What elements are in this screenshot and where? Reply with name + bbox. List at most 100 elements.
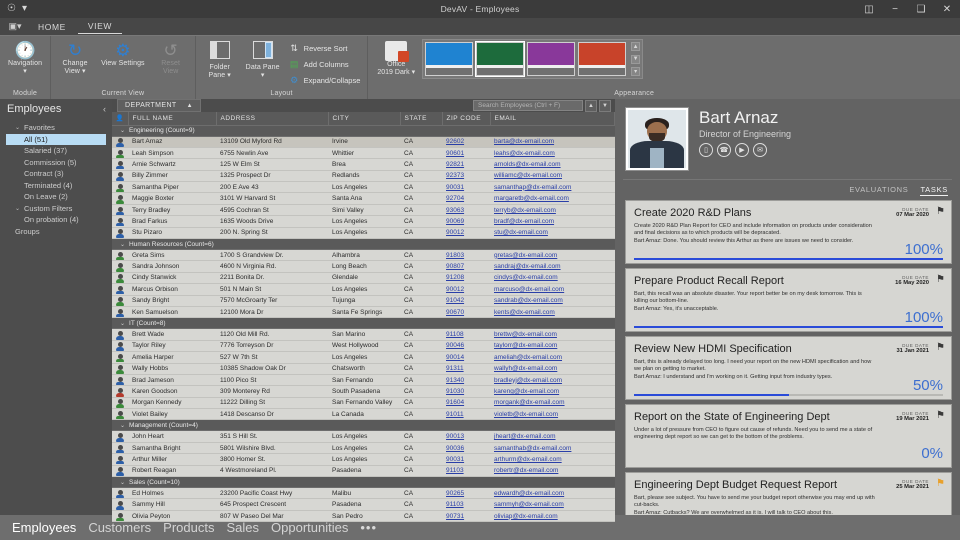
table-row[interactable]: Brad Farkus1635 Woods DriveLos AngelesCA… [112, 216, 615, 227]
zip-link[interactable]: 90807 [446, 263, 464, 270]
chevron-left-icon[interactable]: ‹ [103, 104, 106, 114]
expand-collapse-button[interactable]: ⚙ Expand/Collapse [286, 73, 364, 88]
zip-link[interactable]: 90731 [446, 513, 464, 520]
sidebar-item-contract-3[interactable]: Contract (3) [0, 168, 112, 180]
task-list[interactable]: Create 2020 R&D PlansCreate 2020 R&D Pla… [625, 200, 952, 515]
chevron-down-icon[interactable]: ⌄ [120, 242, 125, 248]
nav-item-products[interactable]: Products [163, 520, 214, 535]
search-area[interactable]: ▲ ▼ [473, 100, 611, 112]
chevron-down-icon[interactable]: ⌄ [120, 128, 125, 134]
zip-link[interactable]: 90031 [446, 456, 464, 463]
table-row[interactable]: Leah Simpson6755 Newlin AveWhittierCA906… [112, 147, 615, 158]
zip-link[interactable]: 91042 [446, 297, 464, 304]
chat-icon[interactable]: ▯ [699, 143, 713, 157]
email-link[interactable]: barta@dx-email.com [494, 138, 554, 145]
zip-link[interactable]: 90069 [446, 218, 464, 225]
zip-link[interactable]: 91103 [446, 467, 464, 474]
search-prev-icon[interactable]: ▲ [585, 100, 597, 112]
flag-icon[interactable]: ⚑ [936, 410, 945, 421]
column-header-state[interactable]: STATE [400, 112, 442, 125]
chevron-down-icon[interactable]: ⌄ [120, 321, 125, 327]
zip-link[interactable]: 90036 [446, 445, 464, 452]
zip-link[interactable]: 90601 [446, 150, 464, 157]
group-header-row[interactable]: ⌄IT (Count=8) [112, 318, 615, 329]
table-row[interactable]: Samantha Piper200 E Ave 43Los AngelesCA9… [112, 182, 615, 193]
flag-icon-orange[interactable]: ⚑ [936, 478, 945, 489]
scroll-up-icon[interactable]: ▲ [631, 42, 640, 51]
zip-link[interactable]: 91311 [446, 365, 464, 372]
table-row[interactable]: Ken Samuelson12100 Mora DrSanta Fe Sprin… [112, 306, 615, 317]
email-link[interactable]: samanthab@dx-email.com [494, 445, 571, 452]
tab-evaluations[interactable]: EVALUATIONS [849, 185, 908, 196]
folder-pane-button[interactable]: Folder Pane ▾ [200, 39, 240, 80]
table-row[interactable]: John Heart351 S Hill St.Los AngelesCA900… [112, 431, 615, 442]
zip-link[interactable]: 91011 [446, 411, 464, 418]
email-link[interactable]: morgank@dx-email.com [494, 399, 565, 406]
email-link[interactable]: sammyh@dx-email.com [494, 501, 564, 508]
zip-link[interactable]: 91604 [446, 399, 464, 406]
email-link[interactable]: kareng@dx-email.com [494, 388, 559, 395]
email-link[interactable]: sandrab@dx-email.com [494, 297, 563, 304]
task-card[interactable]: Prepare Product Recall ReportBart, this … [625, 268, 952, 332]
theme-gallery-scrollbar[interactable]: ▲ ▼ ▾ [631, 42, 640, 76]
table-row[interactable]: Cindy Stanwick2211 Bonita Dr.GlendaleCA9… [112, 272, 615, 283]
folder-tree[interactable]: ⌄FavoritesAll (51)Salaried (37)Commissio… [0, 120, 112, 237]
chevron-down-icon[interactable]: ▾ [261, 72, 265, 80]
chevron-down-icon[interactable]: ⌄ [15, 205, 24, 212]
email-link[interactable]: margaretb@dx-email.com [494, 195, 569, 202]
table-row[interactable]: Marcus Orbison501 N Main StLos AngelesCA… [112, 284, 615, 295]
column-header-email[interactable]: EMAIL [490, 112, 615, 125]
email-link[interactable]: kents@dx-email.com [494, 309, 555, 316]
nav-item-employees[interactable]: Employees [12, 520, 76, 535]
search-next-icon[interactable]: ▼ [599, 100, 611, 112]
table-row[interactable]: Sandy Bright7570 McGroarty TerTujungaCA9… [112, 295, 615, 306]
zip-link[interactable]: 90265 [446, 490, 464, 497]
zip-link[interactable]: 90012 [446, 286, 464, 293]
sidebar-item-on-leave-2[interactable]: On Leave (2) [0, 191, 112, 203]
view-settings-button[interactable]: ⚙ View Settings [97, 39, 149, 68]
table-row[interactable]: Stu Pizaro200 N. Spring StLos AngelesCA9… [112, 227, 615, 238]
nav-more-icon[interactable]: ••• [360, 520, 377, 535]
zip-link[interactable]: 90013 [446, 433, 464, 440]
email-link[interactable]: gretas@dx-email.com [494, 252, 557, 259]
detail-tab-strip[interactable]: EVALUATIONS TASKS [615, 180, 960, 200]
reverse-sort-button[interactable]: ⇅ Reverse Sort [286, 41, 364, 56]
nav-item-opportunities[interactable]: Opportunities [271, 520, 348, 535]
theme-swatch-red[interactable] [578, 42, 626, 76]
ribbon-tab-strip[interactable]: ▣▾ HOME VIEW [0, 18, 960, 35]
zip-link[interactable]: 91208 [446, 274, 464, 281]
email-link[interactable]: bradf@dx-email.com [494, 218, 554, 225]
column-header-city[interactable]: CITY [328, 112, 400, 125]
email-link[interactable]: robertr@dx-email.com [494, 467, 558, 474]
tab-view[interactable]: VIEW [78, 19, 122, 34]
profile-actions[interactable]: ▯ ☎ ▶ ✉ [699, 143, 791, 157]
group-by-department-chip[interactable]: DEPARTMENT ▲ [117, 99, 201, 112]
task-card[interactable]: Engineering Dept Budget Request ReportBa… [625, 472, 952, 515]
table-row[interactable]: Brett Wade1120 Old Mill Rd.San MarinoCA9… [112, 329, 615, 340]
group-header-row[interactable]: ⌄Human Resources (Count=6) [112, 239, 615, 250]
zip-link[interactable]: 91108 [446, 331, 464, 338]
email-link[interactable]: samanthap@dx-email.com [494, 184, 571, 191]
sidebar-item-favorites[interactable]: ⌄Favorites [0, 122, 112, 134]
email-link[interactable]: cindys@dx-email.com [494, 274, 558, 281]
table-row[interactable]: Greta Sims1700 S Grandview Dr.AlhambraCA… [112, 250, 615, 261]
file-menu-icon[interactable]: ▣▾ [4, 19, 26, 34]
group-header-row[interactable]: ⌄Engineering (Count=9) [112, 125, 615, 136]
zip-link[interactable]: 92704 [446, 195, 464, 202]
zip-link[interactable]: 92602 [446, 138, 464, 145]
email-link[interactable]: arnolds@dx-email.com [494, 161, 561, 168]
sidebar-item-commission-5[interactable]: Commission (5) [0, 157, 112, 169]
zip-link[interactable]: 91030 [446, 388, 464, 395]
sidebar-item-on-probation-4[interactable]: On probation (4) [0, 214, 112, 226]
column-header-icon[interactable]: 👤 [112, 112, 128, 125]
email-link[interactable]: williamc@dx-email.com [494, 172, 562, 179]
email-link[interactable]: stu@dx-email.com [494, 229, 548, 236]
zip-link[interactable]: 91803 [446, 252, 464, 259]
zip-link[interactable]: 90046 [446, 342, 464, 349]
close-icon[interactable]: ✕ [934, 0, 960, 18]
table-row[interactable]: Samantha Bright5801 Wilshire Blvd.Los An… [112, 442, 615, 453]
table-row[interactable]: Terry Bradley4595 Cochran StSimi ValleyC… [112, 204, 615, 215]
flag-icon[interactable]: ⚑ [936, 274, 945, 285]
minimize-icon[interactable]: − [882, 0, 908, 18]
table-row[interactable]: Ed Holmes23200 Pacific Coast HwyMalibuCA… [112, 488, 615, 499]
